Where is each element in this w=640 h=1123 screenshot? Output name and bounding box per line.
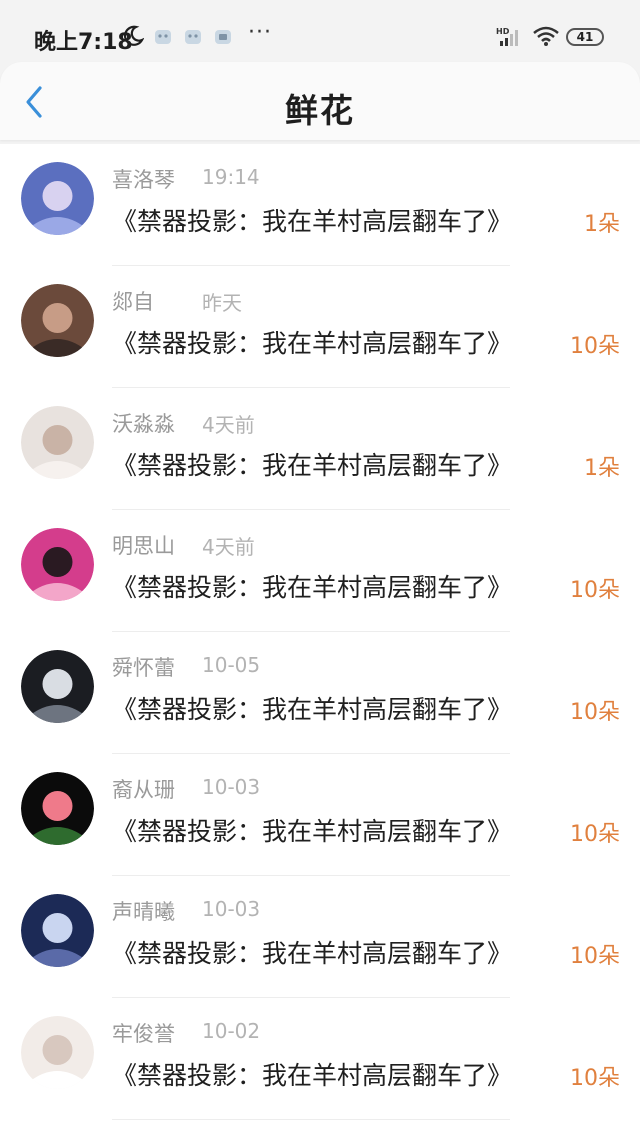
book-title: 《禁器投影：我在羊村高层翻车了》	[112, 573, 513, 602]
divider	[112, 1119, 510, 1120]
flower-amount: 10朵	[570, 822, 620, 847]
list-item[interactable]: 裔从珊 10-03 《禁器投影：我在羊村高层翻车了》 10朵	[0, 754, 640, 876]
send-time: 10-02	[202, 1019, 261, 1043]
send-time: 19:14	[202, 165, 260, 189]
sender-name: 声晴曦	[112, 900, 175, 924]
more-notifications-icon: ···	[248, 20, 272, 45]
avatar[interactable]	[21, 162, 94, 235]
sender-name: 郯自	[112, 290, 154, 314]
page-title: 鲜花	[285, 91, 355, 130]
book-title: 《禁器投影：我在羊村高层翻车了》	[112, 329, 513, 358]
status-time: 晚上7:18	[34, 30, 133, 55]
flower-amount: 10朵	[570, 944, 620, 969]
list-item[interactable]: 喜洛琴 19:14 《禁器投影：我在羊村高层翻车了》 1朵	[0, 144, 640, 266]
battery-indicator: 41	[566, 28, 604, 46]
list-item[interactable]: 沃淼淼 4天前 《禁器投影：我在羊村高层翻车了》 1朵	[0, 388, 640, 510]
list-item[interactable]: 明思山 4天前 《禁器投影：我在羊村高层翻车了》 10朵	[0, 510, 640, 632]
list-item[interactable]: 舜怀蕾 10-05 《禁器投影：我在羊村高层翻车了》 10朵	[0, 632, 640, 754]
header: 鲜花	[0, 62, 640, 140]
send-time: 昨天	[202, 291, 242, 315]
flower-amount: 1朵	[584, 212, 620, 237]
book-title: 《禁器投影：我在羊村高层翻车了》	[112, 207, 513, 236]
avatar[interactable]	[21, 650, 94, 723]
sender-name: 喜洛琴	[112, 168, 175, 192]
flower-amount: 10朵	[570, 334, 620, 359]
avatar[interactable]	[21, 772, 94, 845]
sender-name: 舜怀蕾	[112, 656, 175, 680]
send-time: 10-03	[202, 775, 261, 799]
send-time: 10-05	[202, 653, 261, 677]
book-title: 《禁器投影：我在羊村高层翻车了》	[112, 451, 513, 480]
book-title: 《禁器投影：我在羊村高层翻车了》	[112, 817, 513, 846]
avatar[interactable]	[21, 284, 94, 357]
send-time: 4天前	[202, 535, 255, 559]
flower-amount: 1朵	[584, 456, 620, 481]
sender-name: 明思山	[112, 534, 175, 558]
send-time: 10-03	[202, 897, 261, 921]
avatar[interactable]	[21, 894, 94, 967]
send-time: 4天前	[202, 413, 255, 437]
book-title: 《禁器投影：我在羊村高层翻车了》	[112, 695, 513, 724]
avatar[interactable]	[21, 1016, 94, 1089]
network-type-label: HD	[496, 27, 510, 36]
list-item[interactable]: 牢俊誉 10-02 《禁器投影：我在羊村高层翻车了》 10朵	[0, 998, 640, 1120]
sender-name: 沃淼淼	[112, 412, 175, 436]
flower-amount: 10朵	[570, 578, 620, 603]
avatar[interactable]	[21, 406, 94, 479]
moon-icon	[124, 25, 144, 46]
sender-name: 牢俊誉	[112, 1022, 175, 1046]
app-notification-icon	[155, 30, 171, 44]
wifi-icon	[533, 26, 559, 46]
app-notification-icon	[185, 30, 201, 44]
book-title: 《禁器投影：我在羊村高层翻车了》	[112, 939, 513, 968]
cellular-signal-icon: HD	[496, 27, 518, 46]
book-title: 《禁器投影：我在羊村高层翻车了》	[112, 1061, 513, 1090]
flower-amount: 10朵	[570, 700, 620, 725]
list-item[interactable]: 声晴曦 10-03 《禁器投影：我在羊村高层翻车了》 10朵	[0, 876, 640, 998]
avatar[interactable]	[21, 528, 94, 601]
list-item[interactable]: 郯自 昨天 《禁器投影：我在羊村高层翻车了》 10朵	[0, 266, 640, 388]
flower-gift-list: 喜洛琴 19:14 《禁器投影：我在羊村高层翻车了》 1朵 郯自 昨天 《禁器投…	[0, 144, 640, 1123]
flower-amount: 10朵	[570, 1066, 620, 1091]
app-notification-icon	[215, 30, 231, 44]
sender-name: 裔从珊	[112, 778, 175, 802]
